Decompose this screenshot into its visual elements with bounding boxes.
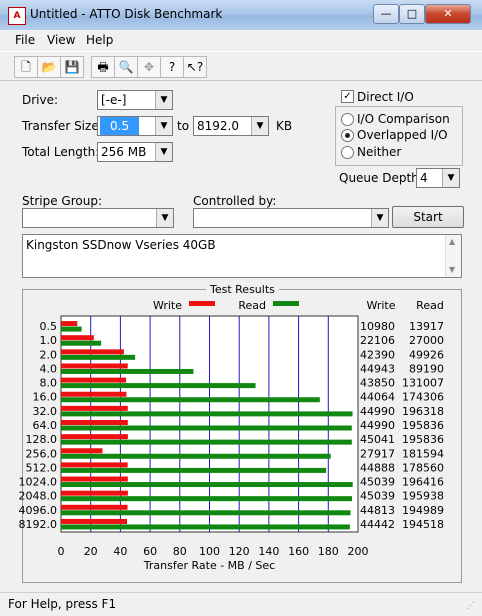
y-tick-label: 2.0 [40,348,58,361]
read-value: 196318 [402,405,444,418]
read-bar [61,397,320,403]
write-bar [61,335,94,341]
write-value: 22106 [360,334,395,347]
write-value: 27917 [360,447,395,460]
write-column-header: Write [366,299,395,312]
y-tick-label: 32.0 [33,405,58,418]
legend-read-label: Read [238,299,266,312]
write-bar [61,363,128,369]
read-value: 131007 [402,377,444,390]
y-tick-label: 1.0 [40,334,58,347]
read-bar [61,383,256,389]
read-column-header: Read [416,299,444,312]
read-value: 195836 [402,433,444,446]
read-bar [61,439,352,445]
write-bar [61,490,128,496]
x-axis-label: Transfer Rate - MB / Sec [143,559,275,572]
x-tick-label: 80 [173,545,187,558]
read-bar [61,326,82,332]
write-value: 43850 [360,377,395,390]
read-bar [61,425,352,431]
y-tick-label: 8.0 [40,377,58,390]
read-value: 89190 [409,362,444,375]
write-value: 45039 [360,476,395,489]
write-bar [61,321,78,327]
y-tick-label: 16.0 [33,391,58,404]
legend-read-swatch [273,301,299,306]
resize-grip-icon[interactable]: ⋰ [466,601,475,611]
status-bar: For Help, press F1 ⋰ [0,592,482,616]
read-bar [61,354,136,360]
x-tick-label: 200 [348,545,369,558]
legend-write-label: Write [153,299,182,312]
write-bar [61,391,127,397]
write-value: 44990 [360,405,395,418]
write-bar [61,448,103,454]
read-bar [61,524,350,530]
read-bar [61,482,353,488]
read-value: 49926 [409,348,444,361]
read-value: 194518 [402,518,444,531]
write-value: 44813 [360,504,395,517]
write-bar [61,377,127,383]
write-bar [61,462,128,468]
x-tick-label: 60 [143,545,157,558]
read-bar [61,368,194,374]
read-value: 195836 [402,419,444,432]
read-bar [61,510,351,516]
write-value: 10980 [360,320,395,333]
x-tick-label: 180 [318,545,339,558]
write-bar [61,349,124,355]
read-value: 13917 [409,320,444,333]
x-tick-label: 140 [258,545,279,558]
y-tick-label: 64.0 [33,419,58,432]
y-tick-label: 4096.0 [19,504,58,517]
read-value: 181594 [402,447,444,460]
y-tick-label: 4.0 [40,362,58,375]
status-text: For Help, press F1 [8,597,117,611]
y-tick-label: 512.0 [26,461,58,474]
write-value: 44943 [360,362,395,375]
x-tick-label: 160 [288,545,309,558]
write-bar [61,476,128,482]
legend-write-swatch [189,301,215,306]
write-value: 42390 [360,348,395,361]
y-tick-label: 8192.0 [19,518,58,531]
read-bar [61,340,102,346]
write-bar [61,518,127,524]
y-tick-label: 256.0 [26,447,58,460]
read-value: 27000 [409,334,444,347]
write-value: 45041 [360,433,395,446]
read-value: 195938 [402,490,444,503]
x-tick-label: 40 [113,545,127,558]
write-value: 44064 [360,391,395,404]
write-value: 44990 [360,419,395,432]
y-tick-label: 128.0 [26,433,58,446]
read-bar [61,467,327,473]
x-tick-label: 120 [229,545,250,558]
x-tick-label: 100 [199,545,220,558]
x-tick-label: 20 [84,545,98,558]
write-value: 45039 [360,490,395,503]
write-bar [61,504,128,510]
read-bar [61,411,353,417]
write-value: 44888 [360,461,395,474]
read-value: 194989 [402,504,444,517]
read-value: 174306 [402,391,444,404]
read-bar [61,453,331,459]
read-bar [61,496,352,502]
y-tick-label: 1024.0 [19,476,58,489]
write-bar [61,405,128,411]
y-tick-label: 0.5 [40,320,58,333]
y-tick-label: 2048.0 [19,490,58,503]
read-value: 196416 [402,476,444,489]
read-value: 178560 [402,461,444,474]
x-tick-label: 0 [58,545,65,558]
write-value: 44442 [360,518,395,531]
results-chart: 0 20 40 60 80 100 120 140 160 180 200 Transfer Rate… [19,299,445,572]
write-bar [61,420,128,425]
write-bar [61,434,128,440]
